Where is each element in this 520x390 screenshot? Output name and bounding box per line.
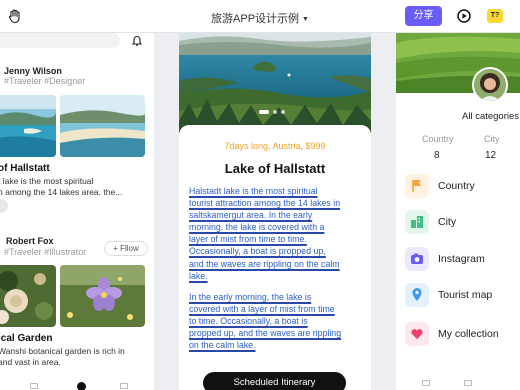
- user-tags: #Traveler #Designer: [4, 76, 86, 86]
- post-desc-line: n among the 14 lakes area. the...: [0, 187, 123, 197]
- paragraph-line: propped up, and the waves are rippling: [189, 328, 342, 339]
- rose-photo: [0, 265, 56, 327]
- flower-thumbnail[interactable]: [60, 265, 145, 327]
- user-name[interactable]: Jenny Wilson: [4, 66, 62, 76]
- paragraph-line: saltskamergut area. In the early: [189, 210, 313, 221]
- share-button[interactable]: 分享: [405, 6, 442, 26]
- category-tourist-map[interactable]: Tourist map: [438, 289, 492, 301]
- profile-icon[interactable]: [120, 383, 128, 389]
- stat-value: 8: [434, 150, 440, 161]
- search-bar[interactable]: [0, 33, 120, 48]
- hallstatt-hero-photo: [179, 33, 371, 133]
- description-paragraph: Halstadt lake is the most spiritual tour…: [189, 185, 367, 282]
- community-screen: Jenny Wilson #Traveler #Designer of Hall…: [0, 33, 154, 390]
- paragraph-line: on the calm lake.: [189, 340, 256, 351]
- avatar-photo: [474, 69, 506, 101]
- description-paragraph: In the early morning, the lake is covere…: [189, 291, 367, 351]
- category-my-collection[interactable]: My collection: [438, 328, 499, 340]
- profile-icon[interactable]: [464, 380, 472, 386]
- home-icon[interactable]: [30, 383, 38, 389]
- document-title-text: 旅游APP设计示例: [211, 13, 300, 25]
- coast-thumbnail[interactable]: [60, 95, 145, 157]
- post-desc-line: and vast in area.: [0, 357, 61, 367]
- coast-photo: [60, 95, 145, 157]
- post-title[interactable]: ical Garden: [0, 333, 52, 344]
- stat-label: City: [484, 134, 500, 144]
- carousel-indicator[interactable]: [257, 109, 297, 115]
- lake-photo: [0, 95, 56, 157]
- paragraph-line: to time. Occasionally, a boat is: [189, 316, 308, 327]
- post-desc-line: Wanshi botanical garden is rich in: [0, 346, 125, 356]
- text-style-icon[interactable]: T?: [487, 9, 503, 23]
- paragraph-line: In the early morning, the lake is: [189, 292, 312, 302]
- tour-summary: 7days long, Austria, $999: [224, 141, 326, 151]
- scheduled-itinerary-button[interactable]: Scheduled Itinerary: [203, 372, 346, 390]
- top-toolbar: 旅游APP设计示例 ▼ 分享 T?: [0, 0, 520, 33]
- post-desc-line: t lake is the most spiritual: [0, 176, 94, 186]
- lake-title: Lake of Hallstatt: [224, 161, 326, 176]
- profile-screen: All categories Country 8 City 12 Country…: [396, 33, 520, 390]
- paragraph-line: lake.: [189, 270, 208, 281]
- stat-label: Country: [422, 134, 454, 144]
- avatar[interactable]: [472, 67, 508, 103]
- stat-value: 12: [485, 150, 497, 161]
- paragraph-line: Occasionally, a boat is propped up,: [189, 246, 326, 257]
- garden-thumbnail[interactable]: [0, 265, 56, 327]
- lake-thumbnail[interactable]: [0, 95, 56, 157]
- follow-button[interactable]: + Fllow: [104, 241, 148, 256]
- heart-icon[interactable]: [405, 322, 429, 346]
- paragraph-line: and the waves are rippling on the calm: [189, 258, 340, 269]
- paragraph-line: morning, the lake is covered with a: [189, 222, 325, 233]
- flag-icon[interactable]: [405, 174, 429, 198]
- user-tags: #Traveler #Illustrator: [4, 247, 87, 257]
- map-pin-icon[interactable]: [405, 283, 429, 307]
- detail-screen: 7days long, Austria, $999 Lake of Hallst…: [179, 33, 371, 390]
- active-tab-indicator[interactable]: [77, 382, 86, 390]
- bell-icon[interactable]: [131, 35, 143, 47]
- paragraph-line: layer of mist from time to time.: [189, 234, 307, 245]
- category-country[interactable]: Country: [438, 180, 475, 192]
- bottom-nav: [0, 379, 154, 390]
- user-name[interactable]: Robert Fox: [6, 236, 54, 246]
- paragraph-line: Halstadt lake is the most spiritual: [189, 186, 318, 196]
- post-title[interactable]: of Hallstatt: [0, 163, 50, 174]
- all-categories-link[interactable]: All categories: [462, 111, 519, 122]
- toggle-button[interactable]: [0, 199, 8, 213]
- play-icon[interactable]: [457, 9, 471, 23]
- city-icon[interactable]: [405, 210, 429, 234]
- paragraph-line: tourist attraction among the 14 lakes in: [189, 198, 341, 209]
- category-city[interactable]: City: [438, 216, 456, 228]
- flower-photo: [60, 265, 145, 327]
- camera-icon[interactable]: [405, 247, 429, 271]
- document-title[interactable]: 旅游APP设计示例 ▼: [0, 10, 520, 26]
- category-instagram[interactable]: Instagram: [438, 253, 485, 265]
- paragraph-line: covered with a layer of mist from time: [189, 304, 335, 315]
- home-icon[interactable]: [422, 380, 430, 386]
- chevron-down-icon: ▼: [302, 16, 309, 23]
